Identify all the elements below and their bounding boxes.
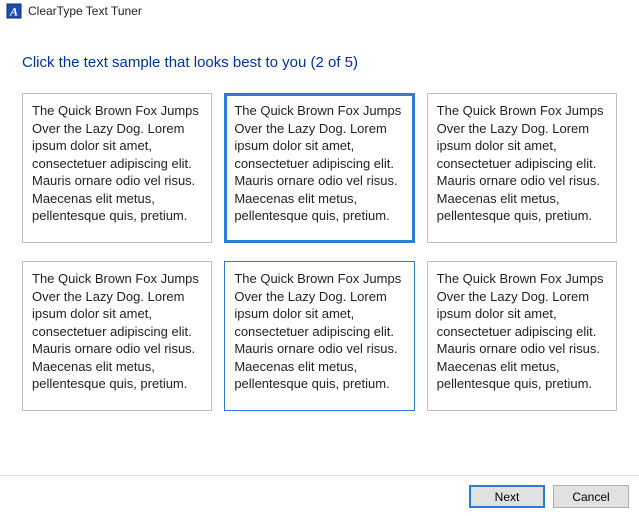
text-sample-4[interactable]: The Quick Brown Fox Jumps Over the Lazy …: [22, 261, 212, 411]
next-button[interactable]: Next: [469, 485, 545, 508]
svg-text:A: A: [9, 5, 18, 19]
app-icon: A: [6, 3, 22, 19]
window-title: ClearType Text Tuner: [28, 4, 142, 18]
page-heading: Click the text sample that looks best to…: [0, 22, 639, 93]
titlebar: A ClearType Text Tuner: [0, 0, 639, 22]
footer-buttons: Next Cancel: [469, 485, 629, 508]
footer-divider: [0, 475, 639, 476]
text-sample-1[interactable]: The Quick Brown Fox Jumps Over the Lazy …: [22, 93, 212, 243]
cancel-button[interactable]: Cancel: [553, 485, 629, 508]
text-sample-6[interactable]: The Quick Brown Fox Jumps Over the Lazy …: [427, 261, 617, 411]
text-sample-5[interactable]: The Quick Brown Fox Jumps Over the Lazy …: [224, 261, 414, 411]
sample-grid: The Quick Brown Fox Jumps Over the Lazy …: [0, 93, 639, 411]
text-sample-2[interactable]: The Quick Brown Fox Jumps Over the Lazy …: [224, 93, 414, 243]
text-sample-3[interactable]: The Quick Brown Fox Jumps Over the Lazy …: [427, 93, 617, 243]
